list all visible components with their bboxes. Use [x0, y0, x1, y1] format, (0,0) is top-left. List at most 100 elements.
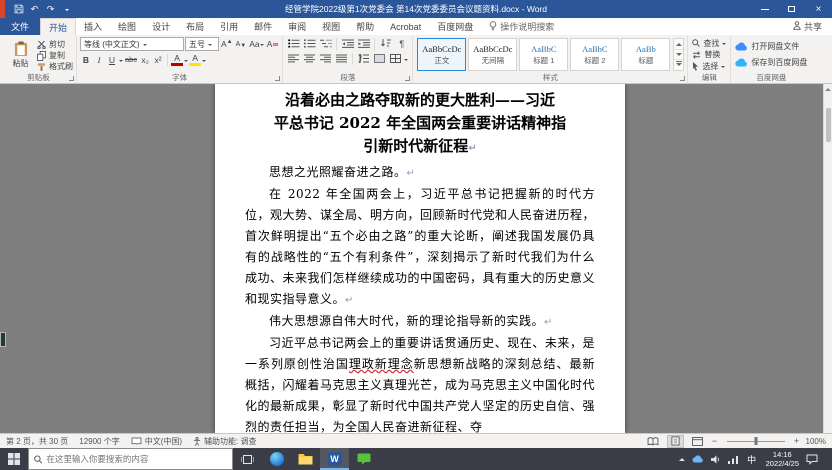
- action-center-button[interactable]: [806, 454, 818, 465]
- zoom-slider-thumb[interactable]: [754, 437, 757, 445]
- replace-button[interactable]: 替换: [692, 49, 726, 60]
- tab-references[interactable]: 引用: [212, 18, 246, 35]
- start-button[interactable]: [0, 448, 28, 470]
- task-view-button[interactable]: [233, 448, 262, 470]
- tab-review[interactable]: 审阅: [280, 18, 314, 35]
- tab-draw[interactable]: 绘图: [110, 18, 144, 35]
- styles-gallery-scrollbar[interactable]: [673, 38, 684, 71]
- font-dialog-launcher[interactable]: [275, 76, 280, 81]
- save-to-netdisk-button[interactable]: 保存到百度网盘: [735, 57, 807, 68]
- clear-formatting-button[interactable]: A: [266, 38, 280, 51]
- taskbar-search-input[interactable]: [46, 454, 227, 464]
- cut-button[interactable]: 剪切: [37, 39, 73, 50]
- volume-icon[interactable]: [711, 455, 721, 464]
- page-indicator[interactable]: 第 2 页，共 30 页: [6, 436, 68, 447]
- save-icon[interactable]: [13, 2, 24, 16]
- paragraph-dialog-launcher[interactable]: [405, 76, 410, 81]
- style-heading1[interactable]: AaBbC 标题 1: [519, 38, 568, 71]
- ime-indicator[interactable]: 中: [745, 453, 759, 466]
- font-family-combo[interactable]: 等线 (中文正文): [80, 37, 184, 51]
- open-netdisk-file-button[interactable]: 打开网盘文件: [735, 41, 807, 52]
- cloud-sync-icon[interactable]: [692, 455, 704, 463]
- zoom-out-button[interactable]: −: [711, 436, 719, 446]
- read-mode-button[interactable]: [645, 435, 662, 448]
- word-count[interactable]: 12900 个字: [79, 436, 119, 447]
- zoom-level[interactable]: 100%: [806, 437, 826, 446]
- scrollbar-thumb[interactable]: [826, 108, 831, 142]
- style-heading2[interactable]: AaBbC 标题 2: [570, 38, 619, 71]
- tab-design[interactable]: 设计: [144, 18, 178, 35]
- taskbar-search-box[interactable]: [28, 448, 233, 470]
- underline-button[interactable]: U: [106, 53, 118, 66]
- decrease-indent-icon[interactable]: [340, 37, 355, 50]
- tab-view[interactable]: 视图: [314, 18, 348, 35]
- grow-font-button[interactable]: A▲: [220, 38, 234, 51]
- borders-dropdown-icon[interactable]: [404, 59, 408, 63]
- align-left-icon[interactable]: [286, 52, 301, 65]
- share-button[interactable]: 共享: [783, 18, 832, 35]
- bullets-icon[interactable]: [286, 37, 301, 50]
- style-title[interactable]: AaBb 标题: [621, 38, 670, 71]
- borders-icon[interactable]: [388, 52, 403, 65]
- strikethrough-button[interactable]: abc: [124, 53, 138, 66]
- numbering-icon[interactable]: [302, 37, 317, 50]
- taskbar-clock[interactable]: 14:16 2022/4/25: [766, 450, 799, 468]
- change-case-button[interactable]: Aa: [248, 38, 264, 51]
- italic-button[interactable]: I: [93, 53, 105, 66]
- document-page[interactable]: 沿着必由之路夺取新的更大胜利——习近 平总书记 2022 年全国两会重要讲话精神…: [215, 84, 625, 433]
- accessibility-status[interactable]: 辅助功能: 调查: [193, 436, 256, 447]
- redo-icon[interactable]: ↷: [45, 2, 56, 16]
- justify-icon[interactable]: [334, 52, 349, 65]
- tray-expand-icon[interactable]: [679, 455, 685, 464]
- tab-mailings[interactable]: 邮件: [246, 18, 280, 35]
- copy-button[interactable]: 复制: [37, 50, 73, 61]
- zoom-slider[interactable]: [727, 441, 785, 442]
- sort-icon[interactable]: [378, 37, 393, 50]
- multilevel-list-icon[interactable]: [318, 37, 333, 50]
- align-right-icon[interactable]: [318, 52, 333, 65]
- restore-button[interactable]: [778, 0, 805, 18]
- format-painter-button[interactable]: 格式刷: [37, 61, 73, 72]
- file-explorer-button[interactable]: [291, 448, 320, 470]
- tab-acrobat[interactable]: Acrobat: [382, 18, 429, 35]
- tab-baidu-netdisk[interactable]: 百度网盘: [429, 18, 481, 35]
- network-icon[interactable]: [728, 455, 738, 464]
- zoom-in-button[interactable]: +: [793, 436, 801, 446]
- tab-layout[interactable]: 布局: [178, 18, 212, 35]
- tab-insert[interactable]: 插入: [76, 18, 110, 35]
- font-size-combo[interactable]: 五号: [185, 37, 219, 51]
- align-center-icon[interactable]: [302, 52, 317, 65]
- font-color-dropdown-icon[interactable]: [184, 60, 188, 64]
- word-taskbar-button[interactable]: W: [320, 448, 349, 470]
- styles-scroll-up-icon[interactable]: [674, 39, 683, 50]
- show-paragraph-marks-icon[interactable]: ¶: [394, 37, 409, 50]
- tab-file[interactable]: 文件: [0, 18, 40, 35]
- style-normal[interactable]: AaBbCcDc 正文: [417, 38, 466, 71]
- minimize-button[interactable]: [751, 0, 778, 18]
- styles-more-icon[interactable]: [674, 60, 683, 70]
- underline-dropdown-icon[interactable]: [119, 60, 123, 64]
- styles-scroll-down-icon[interactable]: [674, 50, 683, 61]
- qat-customize-icon[interactable]: [61, 2, 72, 16]
- web-layout-button[interactable]: [689, 435, 706, 448]
- subscript-button[interactable]: x₂: [139, 53, 151, 66]
- highlight-dropdown-icon[interactable]: [202, 60, 206, 64]
- shading-icon[interactable]: [372, 52, 387, 65]
- font-color-button[interactable]: A: [171, 54, 183, 66]
- tab-home[interactable]: 开始: [40, 18, 76, 35]
- paste-button[interactable]: 粘贴: [4, 37, 37, 72]
- text-highlight-button[interactable]: A: [189, 54, 201, 66]
- style-no-spacing[interactable]: AaBbCcDc 无间隔: [468, 38, 517, 71]
- edge-browser-button[interactable]: [262, 448, 291, 470]
- styles-dialog-launcher[interactable]: [680, 76, 685, 81]
- chat-app-button[interactable]: [349, 448, 378, 470]
- vertical-scrollbar[interactable]: [823, 84, 832, 433]
- language-indicator[interactable]: 中文(中国): [131, 436, 182, 447]
- line-spacing-icon[interactable]: [356, 52, 371, 65]
- shrink-font-button[interactable]: A▼: [235, 38, 248, 51]
- tell-me-search[interactable]: 操作说明搜索: [481, 18, 562, 35]
- print-layout-button[interactable]: [667, 435, 684, 448]
- increase-indent-icon[interactable]: [356, 37, 371, 50]
- bold-button[interactable]: B: [80, 53, 92, 66]
- close-button[interactable]: ×: [805, 0, 832, 18]
